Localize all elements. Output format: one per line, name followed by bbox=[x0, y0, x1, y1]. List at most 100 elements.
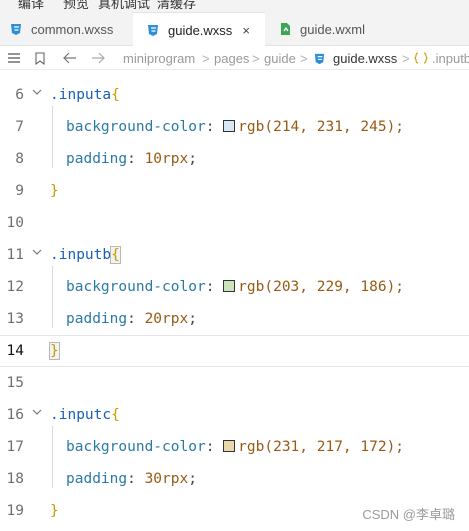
breadcrumb-item[interactable]: guide bbox=[264, 46, 296, 70]
matched-open-brace: { bbox=[110, 246, 121, 264]
breadcrumb-separator: > bbox=[402, 50, 410, 66]
line-number: 11 bbox=[6, 247, 24, 263]
code-text: .inputb{ bbox=[50, 246, 121, 264]
css-file-icon bbox=[313, 46, 326, 70]
line-number: 12 bbox=[6, 279, 24, 295]
code-line: 11 .inputb{ bbox=[0, 239, 469, 271]
css-file-icon bbox=[8, 21, 24, 37]
breadcrumb-item[interactable]: miniprogram bbox=[123, 46, 195, 70]
line-number: 19 bbox=[6, 503, 24, 519]
top-menu: 编译 预览 真机调试 清缓存 bbox=[0, 0, 469, 12]
css-selector: .inputa bbox=[50, 87, 112, 103]
css-unit: rpx bbox=[162, 311, 189, 327]
code-editor[interactable]: 6 .inputa{ 7 background-color: rgb(214, … bbox=[0, 72, 469, 531]
tab-guide-wxml[interactable]: guide.wxml bbox=[265, 12, 395, 46]
breadcrumb-item[interactable]: guide.wxss bbox=[333, 46, 397, 70]
line-number: 18 bbox=[6, 471, 24, 487]
code-text: background-color: rgb(203, 229, 186); bbox=[66, 279, 405, 295]
css-property: background-color bbox=[66, 439, 206, 455]
fold-chevron-icon[interactable] bbox=[32, 245, 42, 255]
code-line: 9 } bbox=[0, 175, 469, 207]
bookmark-icon[interactable] bbox=[35, 46, 45, 70]
code-line: 7 background-color: rgb(214, 231, 245); bbox=[0, 111, 469, 143]
css-selector-icon bbox=[414, 46, 428, 70]
css-unit: rpx bbox=[162, 471, 189, 487]
css-number: 20 bbox=[144, 311, 163, 327]
line-number: 15 bbox=[6, 375, 24, 391]
css-value: (231, 217, 172); bbox=[264, 439, 405, 455]
line-number: 9 bbox=[15, 183, 24, 199]
line-number: 13 bbox=[6, 311, 24, 327]
css-number: 30 bbox=[144, 471, 163, 487]
fold-chevron-icon[interactable] bbox=[32, 85, 42, 95]
line-number: 6 bbox=[15, 87, 24, 103]
menu-preview[interactable]: 预览 bbox=[63, 0, 89, 12]
tab-common-wxss[interactable]: common.wxss bbox=[0, 12, 133, 46]
line-number: 8 bbox=[15, 151, 24, 167]
tab-label: guide.wxss bbox=[168, 22, 233, 38]
line-number: 10 bbox=[6, 215, 24, 231]
close-tab-icon[interactable]: × bbox=[242, 23, 250, 38]
watermark: CSDN @李卓璐 bbox=[362, 507, 455, 522]
css-file-icon bbox=[145, 22, 161, 38]
list-outline-icon[interactable] bbox=[7, 46, 21, 70]
color-swatch[interactable] bbox=[223, 120, 236, 132]
css-property: background-color bbox=[66, 279, 206, 295]
css-number: 10 bbox=[144, 151, 163, 167]
line-number: 16 bbox=[6, 407, 24, 423]
css-property: padding bbox=[66, 471, 128, 487]
breadcrumb-item[interactable]: pages bbox=[214, 46, 249, 70]
css-value: (214, 231, 245); bbox=[264, 119, 405, 135]
back-arrow-icon[interactable] bbox=[63, 46, 77, 70]
css-function: rgb bbox=[238, 279, 265, 295]
code-line: 10 bbox=[0, 207, 469, 239]
breadcrumb-item[interactable]: .inputb bbox=[432, 46, 469, 70]
tab-guide-wxss[interactable]: guide.wxss × bbox=[133, 12, 265, 47]
code-line: 6 .inputa{ bbox=[0, 79, 469, 111]
code-line: 18 padding: 30rpx; bbox=[0, 463, 469, 495]
code-line: 12 background-color: rgb(203, 229, 186); bbox=[0, 271, 469, 303]
code-text: } bbox=[49, 342, 60, 360]
code-text: .inputc{ bbox=[50, 407, 120, 423]
forward-arrow-icon[interactable] bbox=[91, 46, 105, 70]
code-text: padding: 30rpx; bbox=[66, 471, 197, 487]
code-line: 8 padding: 10rpx; bbox=[0, 143, 469, 175]
code-text: .inputa{ bbox=[50, 87, 120, 103]
code-line: 13 padding: 20rpx; bbox=[0, 303, 469, 335]
close-brace: } bbox=[50, 183, 59, 199]
matched-close-brace: } bbox=[49, 342, 60, 360]
css-function: rgb bbox=[238, 439, 265, 455]
css-value: (203, 229, 186); bbox=[264, 279, 405, 295]
css-property: padding bbox=[66, 151, 128, 167]
wxml-file-icon bbox=[277, 21, 293, 37]
tab-label: common.wxss bbox=[31, 21, 114, 37]
line-number: 7 bbox=[15, 119, 24, 135]
menu-compile[interactable]: 编译 bbox=[18, 0, 44, 12]
code-line: 17 background-color: rgb(231, 217, 172); bbox=[0, 431, 469, 463]
css-unit: rpx bbox=[162, 151, 189, 167]
current-code-line: 14 } bbox=[0, 335, 469, 367]
breadcrumb-separator: > bbox=[300, 50, 308, 66]
breadcrumb-separator: > bbox=[202, 50, 210, 66]
editor-tab-bar: common.wxss guide.wxss × guide.wxml bbox=[0, 12, 469, 47]
code-text: background-color: rgb(214, 231, 245); bbox=[66, 119, 405, 135]
css-property: padding bbox=[66, 311, 128, 327]
css-selector: .inputc bbox=[50, 407, 112, 423]
color-swatch[interactable] bbox=[223, 280, 236, 292]
menu-clear-cache[interactable]: 清缓存 bbox=[157, 0, 196, 12]
close-brace: } bbox=[50, 503, 59, 519]
menu-remote-debug[interactable]: 真机调试 bbox=[98, 0, 150, 12]
css-property: background-color bbox=[66, 119, 206, 135]
color-swatch[interactable] bbox=[223, 440, 236, 452]
code-text: } bbox=[50, 503, 59, 519]
line-number: 17 bbox=[6, 439, 24, 455]
fold-chevron-icon[interactable] bbox=[32, 405, 42, 415]
open-brace: { bbox=[111, 407, 120, 423]
code-line: 16 .inputc{ bbox=[0, 399, 469, 431]
open-brace: { bbox=[111, 87, 120, 103]
code-text: } bbox=[50, 183, 59, 199]
breadcrumb: miniprogram > pages > guide > guide.wxss… bbox=[0, 46, 469, 70]
code-line: 15 bbox=[0, 367, 469, 399]
css-function: rgb bbox=[238, 119, 265, 135]
css-selector: .inputb bbox=[50, 247, 112, 263]
